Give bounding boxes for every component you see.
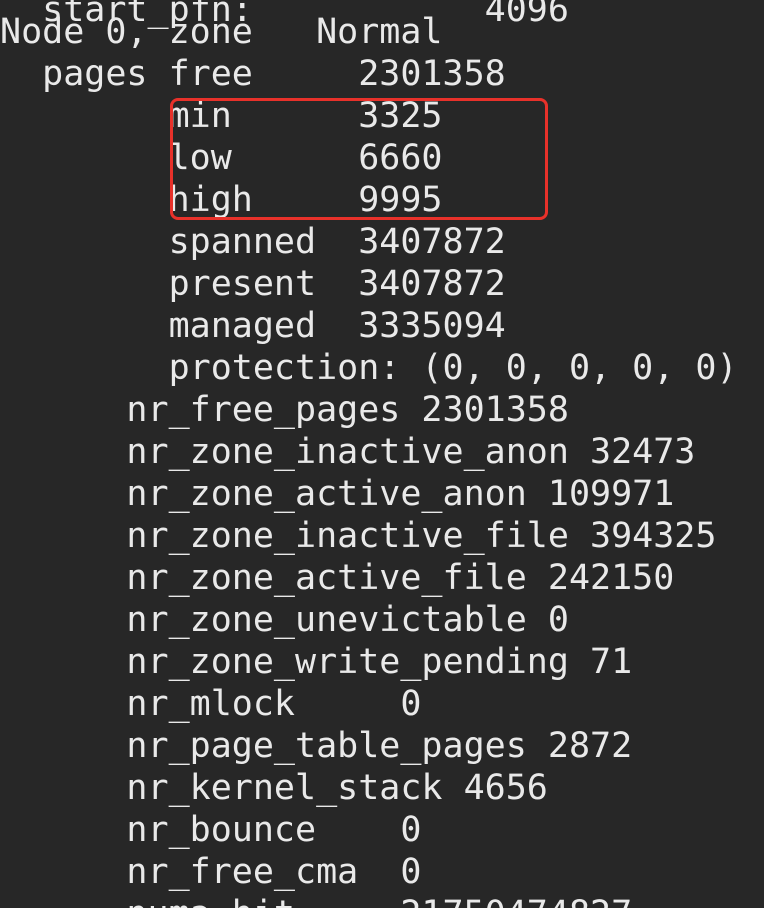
terminal-line: nr_zone_write_pending 71 [0,642,633,682]
terminal-line: pages free 2301358 [0,54,506,94]
highlight-box [170,98,548,220]
terminal-line: nr_zone_inactive_file 394325 [0,516,717,556]
terminal-line: managed 3335094 [0,306,506,346]
terminal-line: protection: (0, 0, 0, 0, 0) [0,348,738,388]
terminal-output: start_pfn: 4096 Node 0, zone Normal page… [0,0,764,908]
terminal-line: nr_mlock 0 [0,684,422,724]
terminal-line: nr_zone_inactive_anon 32473 [0,432,696,472]
terminal-line: nr_free_cma 0 [0,852,422,892]
terminal-line: nr_kernel_stack 4656 [0,768,548,808]
terminal-line: nr_bounce 0 [0,810,422,850]
terminal-line: nr_zone_active_file 242150 [0,558,675,598]
terminal-line: Node 0, zone Normal [0,12,443,52]
terminal-line: nr_zone_active_anon 109971 [0,474,675,514]
terminal-line: numa_hit 21750474827 [0,893,632,908]
terminal-line: nr_zone_unevictable 0 [0,600,569,640]
terminal-line: nr_page_table_pages 2872 [0,726,633,766]
terminal-line: nr_free_pages 2301358 [0,390,569,430]
terminal-line: spanned 3407872 [0,222,506,262]
terminal-line: present 3407872 [0,264,506,304]
